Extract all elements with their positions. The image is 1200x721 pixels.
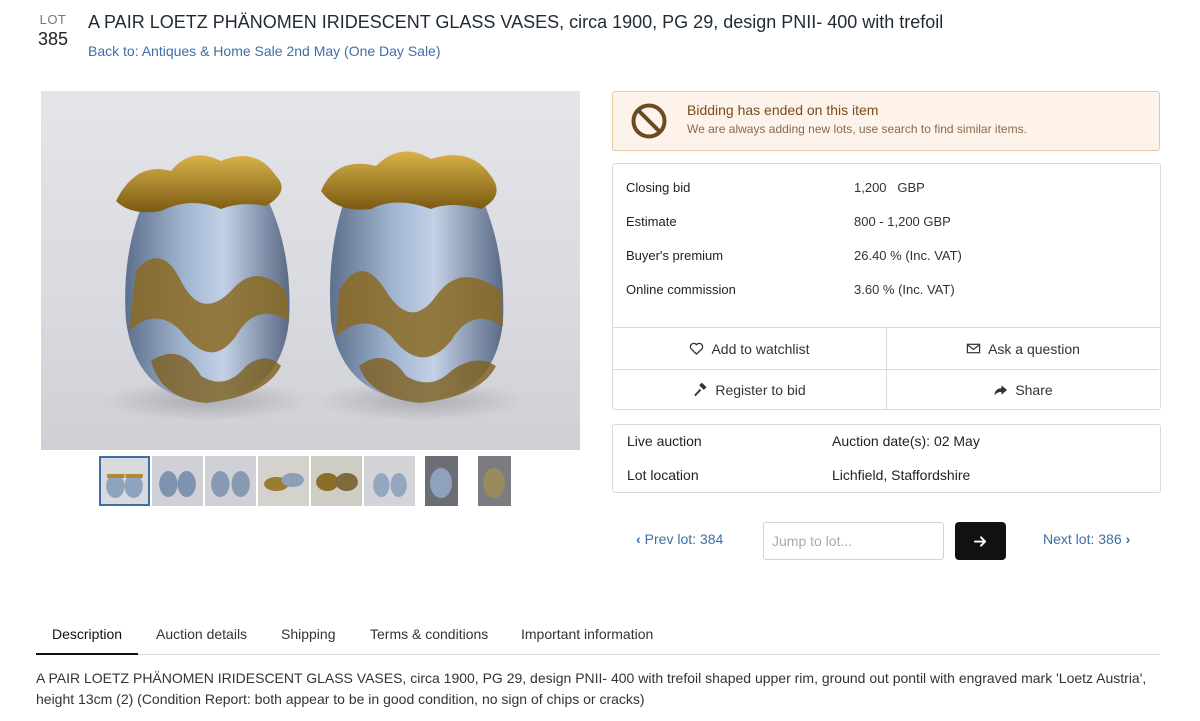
- thumbnail-1[interactable]: [99, 456, 150, 506]
- envelope-icon: [966, 343, 981, 354]
- lot-description: A PAIR LOETZ PHÄNOMEN IRIDESCENT GLASS V…: [36, 670, 1147, 707]
- auction-type-label: Live auction: [627, 433, 702, 449]
- tab-important-information[interactable]: Important information: [521, 619, 653, 655]
- online-commission-value: 3.60 % (Inc. VAT): [854, 282, 955, 297]
- ask-question-label: Ask a question: [988, 340, 1080, 357]
- jump-to-lot-input[interactable]: [763, 522, 944, 560]
- tab-description[interactable]: Description: [36, 619, 139, 655]
- buyers-premium-label: Buyer's premium: [626, 248, 724, 263]
- prev-lot-link[interactable]: ‹ Prev lot: 384: [636, 531, 723, 547]
- lot-number-box: LOT 385: [36, 12, 70, 50]
- closing-bid-label: Closing bid: [626, 180, 691, 195]
- thumbnail-6[interactable]: [364, 456, 415, 506]
- share-icon: [994, 384, 1008, 396]
- estimate-value: 800 - 1,200 GBP: [854, 214, 951, 229]
- bidding-ended-title: Bidding has ended on this item: [687, 102, 879, 118]
- lot-title: A PAIR LOETZ PHÄNOMEN IRIDESCENT GLASS V…: [88, 12, 944, 32]
- thumbnail-7[interactable]: [425, 456, 458, 506]
- register-to-bid-label: Register to bid: [715, 382, 806, 398]
- next-lot-link[interactable]: Next lot: 386 ›: [1043, 531, 1130, 547]
- lot-location-value: Lichfield, Staffordshire: [832, 467, 971, 483]
- tab-shipping[interactable]: Shipping: [281, 619, 336, 655]
- buyers-premium-value: 26.40 % (Inc. VAT): [854, 248, 962, 263]
- estimate-label: Estimate: [626, 214, 677, 229]
- add-to-watchlist-button[interactable]: Add to watchlist: [613, 328, 886, 369]
- jump-go-button[interactable]: [955, 522, 1006, 560]
- thumbnail-4[interactable]: [258, 456, 309, 506]
- tab-auction-details[interactable]: Auction details: [156, 619, 247, 655]
- bidding-ended-notice: Bidding has ended on this item We are al…: [612, 91, 1160, 151]
- lot-location-label: Lot location: [627, 467, 699, 483]
- thumbnail-2[interactable]: [152, 456, 203, 506]
- next-lot-label: Next lot: 386: [1043, 531, 1122, 547]
- bid-details-panel: Closing bid 1,200 GBP Estimate 800 - 1,2…: [612, 163, 1161, 410]
- gavel-icon: [694, 382, 707, 396]
- share-label: Share: [1015, 382, 1053, 398]
- lot-info-tabs: Description Auction details Shipping Ter…: [36, 619, 1160, 655]
- closing-bid-value: 1,200 GBP: [854, 180, 925, 195]
- add-to-watchlist-label: Add to watchlist: [711, 340, 810, 357]
- lot-label: LOT: [39, 12, 67, 27]
- vases-image: [101, 151, 526, 421]
- ban-icon: [631, 103, 667, 139]
- lot-actions: Add to watchlist Ask a question Register…: [613, 327, 1160, 410]
- ask-question-button[interactable]: Ask a question: [886, 328, 1159, 369]
- lot-number: 385: [37, 29, 69, 49]
- register-to-bid-button[interactable]: Register to bid: [613, 369, 886, 410]
- heart-icon: [690, 342, 704, 355]
- auction-info-panel: Live auction Auction date(s): 02 May Lot…: [612, 424, 1161, 493]
- chevron-left-icon: ‹: [636, 531, 641, 547]
- auction-date-value: Auction date(s): 02 May: [832, 433, 980, 449]
- online-commission-label: Online commission: [626, 282, 736, 297]
- thumbnail-8[interactable]: [478, 456, 511, 506]
- thumbnail-5[interactable]: [311, 456, 362, 506]
- bidding-ended-subtitle: We are always adding new lots, use searc…: [687, 122, 1027, 136]
- arrow-right-icon: [973, 535, 987, 547]
- chevron-right-icon: ›: [1125, 531, 1131, 547]
- tab-terms-conditions[interactable]: Terms & conditions: [370, 619, 488, 655]
- back-to-sale-link[interactable]: Back to: Antiques & Home Sale 2nd May (O…: [88, 43, 441, 59]
- main-lot-image[interactable]: [41, 91, 580, 450]
- prev-lot-label: Prev lot: 384: [644, 531, 724, 547]
- share-button[interactable]: Share: [886, 369, 1159, 410]
- thumbnail-3[interactable]: [205, 456, 256, 506]
